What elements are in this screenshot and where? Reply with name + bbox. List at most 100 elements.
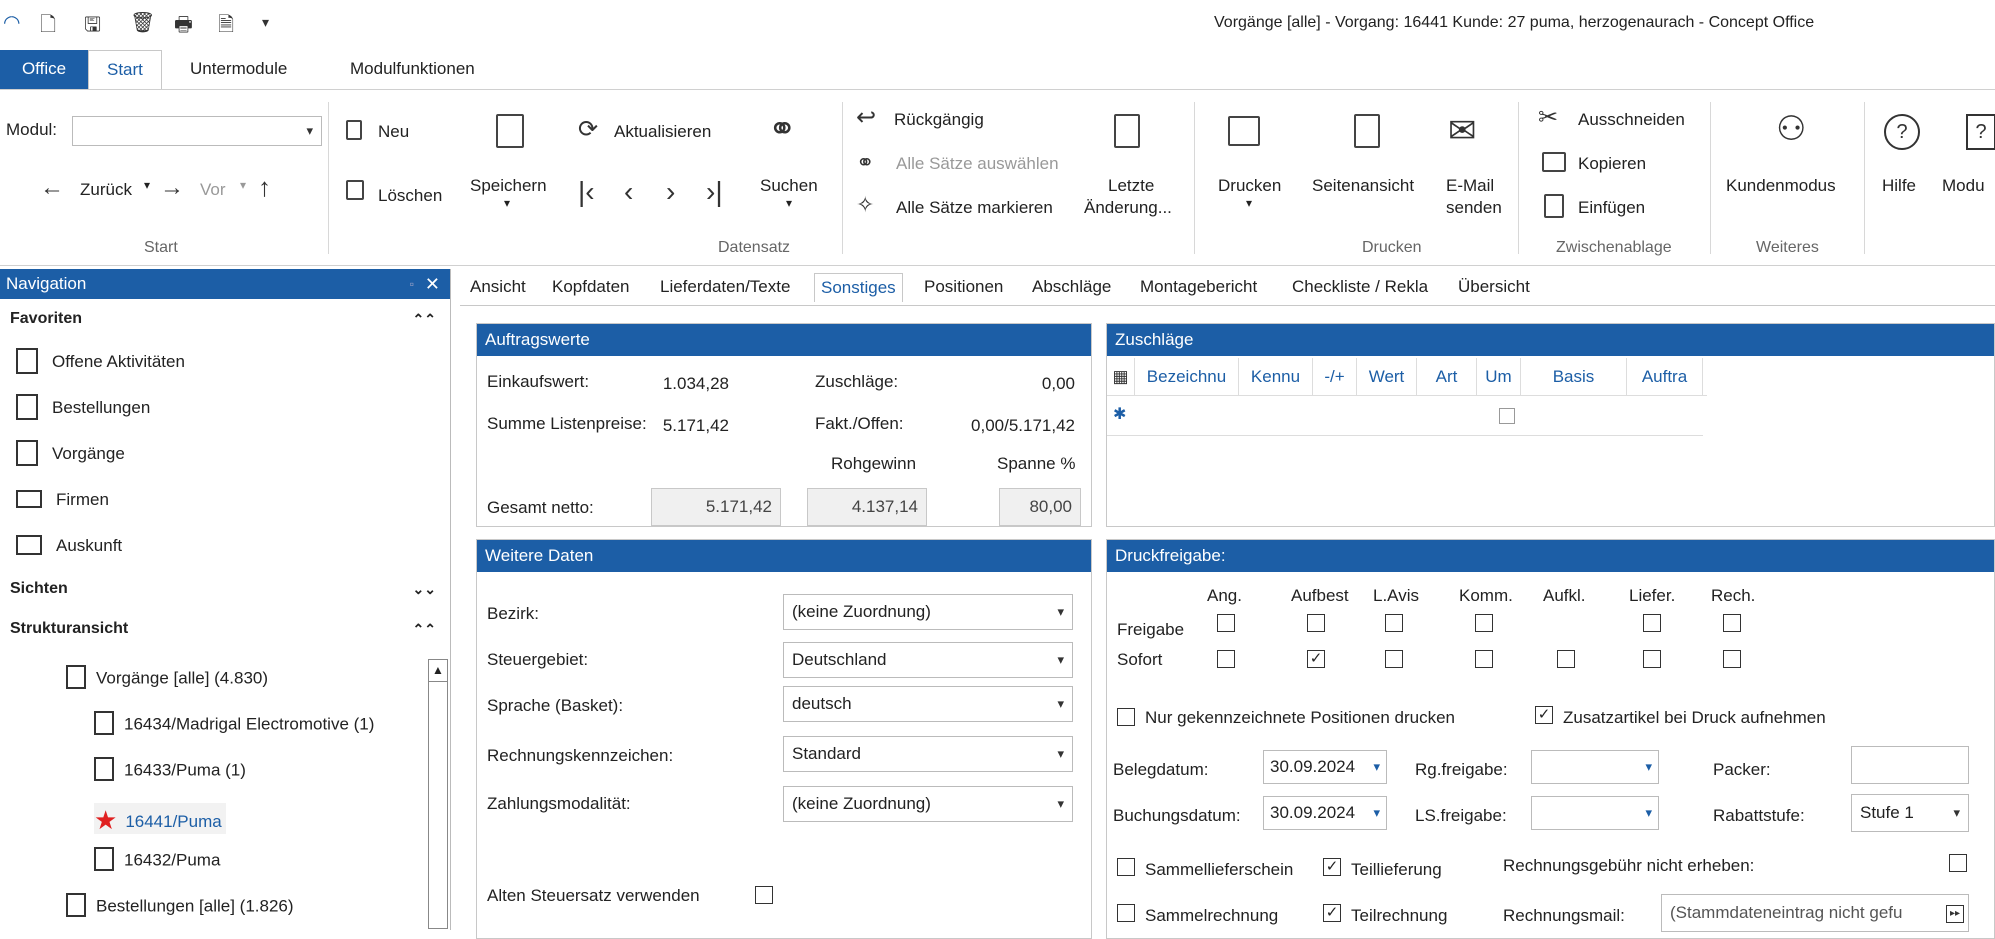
rechnungsmail-input[interactable]: (Stammdateneintrag nicht gefu ▸▸ (1661, 894, 1969, 932)
tab-start[interactable]: Start (88, 50, 162, 90)
tab-kopfdaten[interactable]: Kopfdaten (552, 277, 630, 297)
nav-item-firmen[interactable]: Firmen (0, 477, 450, 523)
alten-steuersatz-checkbox[interactable] (755, 886, 773, 904)
last-record-icon[interactable]: ›| (706, 178, 723, 206)
nav-item-vorgaenge[interactable]: Vorgänge (0, 431, 450, 477)
mark-all-icon[interactable]: ✧ (856, 194, 874, 216)
section-favoriten[interactable]: Favoriten ⌃⌃ (0, 299, 450, 339)
page-preview-icon[interactable] (1354, 114, 1380, 148)
tab-abschlaege[interactable]: Abschläge (1032, 277, 1111, 297)
last-change-button-line1[interactable]: Letzte (1108, 176, 1154, 196)
module-help-icon[interactable]: ? (1966, 114, 1995, 150)
print-dropdown-icon[interactable]: ▾ (1246, 196, 1252, 210)
col-auftrag[interactable]: Auftra (1627, 358, 1703, 396)
search-button[interactable]: Suchen (760, 176, 818, 196)
forward-dropdown-icon[interactable]: ▾ (240, 178, 246, 192)
sofort-aufkl-checkbox[interactable] (1557, 650, 1575, 668)
nav-item-offene-aktivitaeten[interactable]: Offene Aktivitäten (0, 339, 450, 385)
sprache-select[interactable]: deutsch (783, 686, 1073, 722)
freigabe-ang-checkbox[interactable] (1217, 614, 1235, 632)
nur-gekennzeichnete-checkbox[interactable] (1117, 708, 1135, 726)
rechnungskennzeichen-select[interactable]: Standard (783, 736, 1073, 772)
save-button[interactable]: Speichern (470, 176, 547, 196)
paste-icon[interactable] (1544, 194, 1564, 218)
save-icon[interactable] (496, 114, 524, 148)
print-icon[interactable]: 🖶 (174, 10, 193, 44)
help-button[interactable]: Hilfe (1882, 176, 1916, 196)
back-arrow-icon[interactable]: ← (40, 176, 64, 200)
print-preview-icon[interactable]: 🗎 (218, 10, 234, 44)
cut-button[interactable]: Ausschneiden (1578, 110, 1685, 130)
tree-item-16434[interactable]: 16434/Madrigal Electromotive (1) (94, 711, 374, 737)
col-wert[interactable]: Wert (1357, 358, 1417, 396)
back-button[interactable]: Zurück (80, 180, 132, 200)
delete-icon[interactable]: 🗑 (130, 10, 155, 35)
freigabe-rech-checkbox[interactable] (1723, 614, 1741, 632)
pin-icon[interactable]: ▫ (410, 269, 414, 299)
tree-item-16432[interactable]: 16432/Puma (94, 847, 220, 873)
col-bezeichnung[interactable]: Bezeichnu (1135, 358, 1239, 396)
grid-menu-icon[interactable]: ▦ (1107, 358, 1135, 396)
close-icon[interactable]: ✕ (425, 269, 440, 299)
zuschlaege-new-row[interactable]: ✱ (1107, 396, 1703, 436)
zusatzartikel-checkbox[interactable]: ✓ (1535, 706, 1553, 724)
col-um[interactable]: Um (1477, 358, 1521, 396)
email-button-line2[interactable]: senden (1446, 198, 1502, 218)
print-icon[interactable] (1228, 116, 1260, 146)
tree-item-vorgaenge-alle[interactable]: Vorgänge [alle] (4.830) (66, 665, 268, 691)
tab-positionen[interactable]: Positionen (924, 277, 1003, 297)
refresh-icon[interactable]: ⟳ (578, 118, 598, 142)
paste-button[interactable]: Einfügen (1578, 198, 1645, 218)
search-dropdown-icon[interactable]: ▾ (786, 196, 792, 210)
col-plus-minus[interactable]: -/+ (1313, 358, 1357, 396)
dropdown-icon[interactable]: ▾ (1645, 751, 1652, 783)
select-all-button[interactable]: Alle Sätze auswählen (896, 154, 1059, 174)
packer-input[interactable] (1851, 746, 1969, 784)
sofort-lavis-checkbox[interactable] (1385, 650, 1403, 668)
new-document-icon[interactable]: 🗋 (40, 10, 56, 44)
page-preview-button[interactable]: Seitenansicht (1312, 176, 1414, 196)
module-help-button[interactable]: Modu (1942, 176, 1985, 196)
forward-arrow-icon[interactable]: → (160, 176, 184, 200)
qat-customize-icon[interactable]: ▾ (262, 14, 269, 31)
sofort-komm-checkbox[interactable] (1475, 650, 1493, 668)
col-art[interactable]: Art (1417, 358, 1477, 396)
sofort-aufbest-checkbox[interactable]: ✓ (1307, 650, 1325, 668)
collapse-icon[interactable]: ⌃⌃ (413, 299, 436, 339)
freigabe-lavis-checkbox[interactable] (1385, 614, 1403, 632)
buchungsdatum-picker[interactable]: 30.09.2024 ▾ (1263, 796, 1387, 830)
tree-item-bestellungen-alle[interactable]: Bestellungen [alle] (1.826) (66, 893, 294, 919)
next-record-icon[interactable]: › (666, 178, 675, 206)
undo-button[interactable]: Rückgängig (894, 110, 984, 130)
tree-item-16433[interactable]: 16433/Puma (1) (94, 757, 246, 783)
section-strukturansicht[interactable]: Strukturansicht ⌃⌃ (0, 609, 450, 649)
tree-item-16441-selected[interactable]: ★ 16441/Puma (94, 803, 226, 835)
collapse-icon[interactable]: ⌃⌃ (413, 609, 436, 649)
delete-button[interactable]: Löschen (378, 186, 442, 206)
last-change-button-line2[interactable]: Änderung... (1084, 198, 1172, 218)
save-icon[interactable]: 🖫 (84, 10, 101, 44)
previous-record-icon[interactable]: ‹ (624, 178, 633, 206)
search-icon[interactable]: ⚭ (768, 112, 797, 146)
col-basis[interactable]: Basis (1521, 358, 1627, 396)
rechnungsgebuehr-checkbox[interactable] (1949, 854, 1967, 872)
customer-mode-button[interactable]: Kundenmodus (1726, 176, 1836, 196)
save-dropdown-icon[interactable]: ▾ (504, 196, 510, 210)
freigabe-komm-checkbox[interactable] (1475, 614, 1493, 632)
rg-freigabe-picker[interactable]: ▾ (1531, 750, 1659, 784)
sofort-liefer-checkbox[interactable] (1643, 650, 1661, 668)
mark-all-button[interactable]: Alle Sätze markieren (896, 198, 1053, 218)
cut-icon[interactable]: ✂ (1538, 106, 1558, 130)
nav-item-bestellungen[interactable]: Bestellungen (0, 385, 450, 431)
customer-mode-icon[interactable]: ⚇ (1776, 112, 1806, 146)
section-sichten[interactable]: Sichten ⌄⌄ (0, 569, 450, 609)
email-button-line1[interactable]: E-Mail (1446, 176, 1494, 196)
freigabe-liefer-checkbox[interactable] (1643, 614, 1661, 632)
modul-select[interactable] (72, 116, 322, 146)
sammellieferschein-checkbox[interactable] (1117, 858, 1135, 876)
back-dropdown-icon[interactable]: ▾ (144, 178, 150, 192)
print-button[interactable]: Drucken (1218, 176, 1281, 196)
dropdown-icon[interactable]: ▾ (1645, 797, 1652, 829)
tab-untermodule[interactable]: Untermodule (172, 50, 305, 90)
steuergebiet-select[interactable]: Deutschland (783, 642, 1073, 678)
